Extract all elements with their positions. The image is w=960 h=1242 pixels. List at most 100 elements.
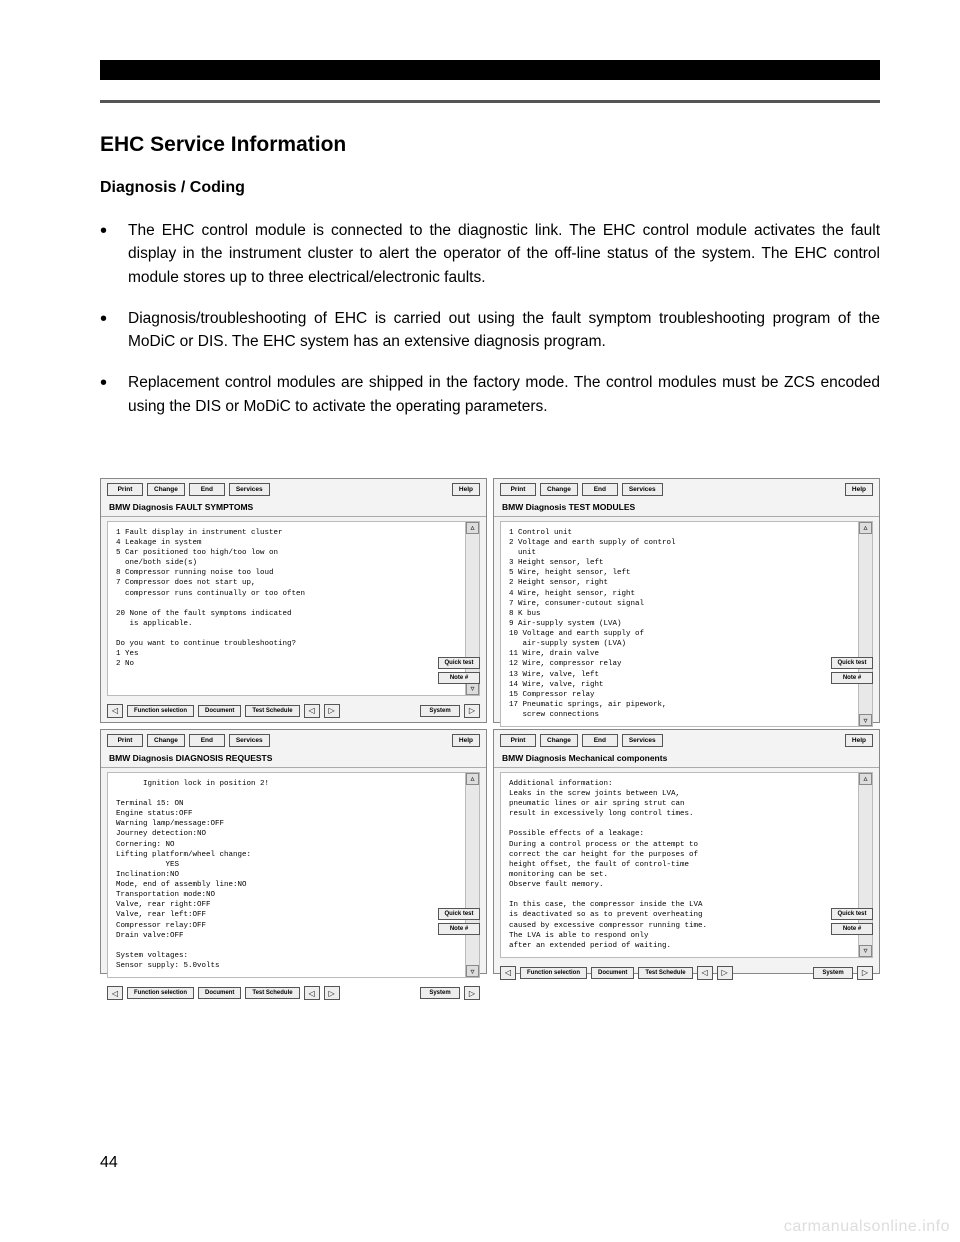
services-button[interactable]: Services bbox=[622, 483, 663, 496]
document-button[interactable]: Document bbox=[198, 987, 241, 999]
bullet-text: Diagnosis/troubleshooting of EHC is carr… bbox=[128, 307, 880, 354]
scroll-down-icon[interactable]: ▿ bbox=[859, 714, 872, 726]
print-button[interactable]: Print bbox=[107, 483, 143, 496]
dis-panel-title: BMW Diagnosis TEST MODULES bbox=[494, 500, 879, 517]
scroll-down-icon[interactable]: ▿ bbox=[466, 965, 479, 977]
quick-test-button[interactable]: Quick test bbox=[438, 657, 480, 669]
services-button[interactable]: Services bbox=[229, 483, 270, 496]
dis-bottom-toolbar: ◁ Function selection Document Test Sched… bbox=[101, 700, 486, 722]
left-arrow-icon[interactable]: ◁ bbox=[697, 966, 713, 980]
dis-panel-title: BMW Diagnosis Mechanical components bbox=[494, 751, 879, 768]
bullet-item: • Diagnosis/troubleshooting of EHC is ca… bbox=[100, 307, 880, 354]
end-button[interactable]: End bbox=[189, 734, 225, 747]
test-schedule-button[interactable]: Test Schedule bbox=[245, 987, 299, 999]
bullet-item: • Replacement control modules are shippe… bbox=[100, 371, 880, 418]
right-arrow-icon[interactable]: ▷ bbox=[717, 966, 733, 980]
document-button[interactable]: Document bbox=[198, 705, 241, 717]
scroll-up-icon[interactable]: ▵ bbox=[466, 773, 479, 785]
dis-content: Additional information: Leaks in the scr… bbox=[501, 773, 858, 957]
scroll-up-icon[interactable]: ▵ bbox=[859, 522, 872, 534]
header-blackbar bbox=[100, 60, 880, 80]
document-button[interactable]: Document bbox=[591, 967, 634, 979]
test-schedule-button[interactable]: Test Schedule bbox=[245, 705, 299, 717]
next-arrow-icon[interactable]: ▷ bbox=[464, 986, 480, 1000]
system-button[interactable]: System bbox=[420, 987, 460, 999]
dis-body: 1 Control unit 2 Voltage and earth suppl… bbox=[500, 521, 873, 727]
dis-bottom-toolbar: ◁ Function selection Document Test Sched… bbox=[101, 982, 486, 1004]
dis-body: 1 Fault display in instrument cluster 4 … bbox=[107, 521, 480, 696]
next-arrow-icon[interactable]: ▷ bbox=[464, 704, 480, 718]
services-button[interactable]: Services bbox=[622, 734, 663, 747]
print-button[interactable]: Print bbox=[500, 483, 536, 496]
dis-panel-title: BMW Diagnosis FAULT SYMPTOMS bbox=[101, 500, 486, 517]
page-number: 44 bbox=[100, 1154, 118, 1172]
bullet-item: • The EHC control module is connected to… bbox=[100, 219, 880, 289]
scroll-up-icon[interactable]: ▵ bbox=[859, 773, 872, 785]
prev-arrow-icon[interactable]: ◁ bbox=[107, 986, 123, 1000]
dis-side-buttons: Quick test Note # bbox=[438, 908, 480, 935]
scroll-down-icon[interactable]: ▿ bbox=[466, 683, 479, 695]
function-selection-button[interactable]: Function selection bbox=[127, 705, 194, 717]
change-button[interactable]: Change bbox=[540, 734, 578, 747]
print-button[interactable]: Print bbox=[107, 734, 143, 747]
bullet-list: • The EHC control module is connected to… bbox=[100, 219, 880, 418]
dis-bottom-toolbar: ◁ Function selection Document Test Sched… bbox=[494, 962, 879, 984]
end-button[interactable]: End bbox=[582, 734, 618, 747]
help-button[interactable]: Help bbox=[452, 734, 480, 747]
screenshots-grid: Print Change End Services Help BMW Diagn… bbox=[100, 478, 880, 974]
bullet-text: Replacement control modules are shipped … bbox=[128, 371, 880, 418]
prev-arrow-icon[interactable]: ◁ bbox=[500, 966, 516, 980]
scroll-down-icon[interactable]: ▿ bbox=[859, 945, 872, 957]
end-button[interactable]: End bbox=[189, 483, 225, 496]
change-button[interactable]: Change bbox=[147, 483, 185, 496]
note-button[interactable]: Note # bbox=[831, 672, 873, 684]
prev-arrow-icon[interactable]: ◁ bbox=[107, 704, 123, 718]
dis-panel-diagnosis-requests: Print Change End Services Help BMW Diagn… bbox=[100, 729, 487, 974]
scrollbar[interactable]: ▵ ▿ bbox=[465, 773, 479, 977]
system-button[interactable]: System bbox=[420, 705, 460, 717]
function-selection-button[interactable]: Function selection bbox=[127, 987, 194, 999]
bullet-text: The EHC control module is connected to t… bbox=[128, 219, 880, 289]
next-arrow-icon[interactable]: ▷ bbox=[857, 966, 873, 980]
bullet-dot: • bbox=[100, 371, 128, 418]
scrollbar[interactable]: ▵ ▿ bbox=[858, 522, 872, 726]
dis-body: Ignition lock in position 2! Terminal 15… bbox=[107, 772, 480, 978]
dis-top-toolbar: Print Change End Services Help bbox=[101, 479, 486, 500]
quick-test-button[interactable]: Quick test bbox=[831, 657, 873, 669]
dis-content: 1 Fault display in instrument cluster 4 … bbox=[108, 522, 465, 695]
dis-side-buttons: Quick test Note # bbox=[438, 657, 480, 684]
quick-test-button[interactable]: Quick test bbox=[831, 908, 873, 920]
help-button[interactable]: Help bbox=[452, 483, 480, 496]
test-schedule-button[interactable]: Test Schedule bbox=[638, 967, 692, 979]
dis-side-buttons: Quick test Note # bbox=[831, 657, 873, 684]
change-button[interactable]: Change bbox=[147, 734, 185, 747]
left-arrow-icon[interactable]: ◁ bbox=[304, 986, 320, 1000]
dis-panel-title: BMW Diagnosis DIAGNOSIS REQUESTS bbox=[101, 751, 486, 768]
dis-top-toolbar: Print Change End Services Help bbox=[494, 479, 879, 500]
note-button[interactable]: Note # bbox=[438, 923, 480, 935]
bullet-dot: • bbox=[100, 219, 128, 289]
change-button[interactable]: Change bbox=[540, 483, 578, 496]
end-button[interactable]: End bbox=[582, 483, 618, 496]
right-arrow-icon[interactable]: ▷ bbox=[324, 704, 340, 718]
note-button[interactable]: Note # bbox=[438, 672, 480, 684]
right-arrow-icon[interactable]: ▷ bbox=[324, 986, 340, 1000]
dis-panel-test-modules: Print Change End Services Help BMW Diagn… bbox=[493, 478, 880, 723]
services-button[interactable]: Services bbox=[229, 734, 270, 747]
note-button[interactable]: Note # bbox=[831, 923, 873, 935]
dis-side-buttons: Quick test Note # bbox=[831, 908, 873, 935]
print-button[interactable]: Print bbox=[500, 734, 536, 747]
function-selection-button[interactable]: Function selection bbox=[520, 967, 587, 979]
help-button[interactable]: Help bbox=[845, 483, 873, 496]
left-arrow-icon[interactable]: ◁ bbox=[304, 704, 320, 718]
system-button[interactable]: System bbox=[813, 967, 853, 979]
dis-top-toolbar: Print Change End Services Help bbox=[494, 730, 879, 751]
quick-test-button[interactable]: Quick test bbox=[438, 908, 480, 920]
dis-top-toolbar: Print Change End Services Help bbox=[101, 730, 486, 751]
help-button[interactable]: Help bbox=[845, 734, 873, 747]
page-title: EHC Service Information bbox=[100, 133, 880, 157]
dis-panel-mechanical-components: Print Change End Services Help BMW Diagn… bbox=[493, 729, 880, 974]
scroll-up-icon[interactable]: ▵ bbox=[466, 522, 479, 534]
header-divider bbox=[100, 100, 880, 103]
bullet-dot: • bbox=[100, 307, 128, 354]
